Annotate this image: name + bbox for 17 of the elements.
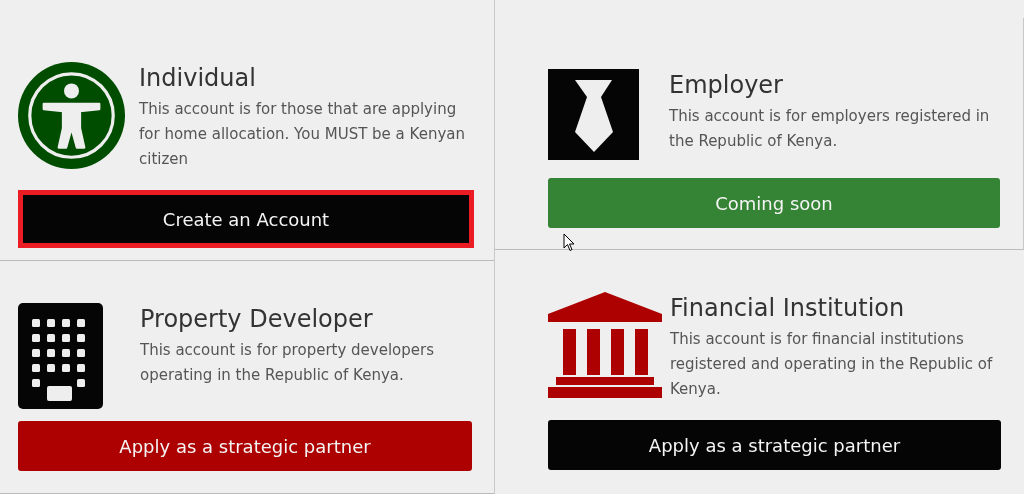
necktie-icon [548,69,639,160]
card-description: This account is for property developers operating in the Republic of Kenya. [140,340,435,386]
mouse-pointer-icon [563,233,575,252]
accessibility-icon [18,62,125,169]
card-title: Financial Institution [670,293,906,324]
card-title: Individual [139,63,257,94]
card-title: Property Developer [140,304,374,335]
bank-icon [548,292,662,398]
card-title: Employer [669,70,784,101]
account-button[interactable]: Coming soon [548,178,1000,228]
card-description: This account is for financial institutions registered and operating in the Republic of Kenya. [670,329,994,400]
account-button[interactable]: Create an Account [18,190,474,248]
card-description: This account is for those that are applying for home allocation. You MUST be a Kenyan citizen [139,99,466,170]
card-description: This account is for employers registered in the Republic of Kenya. [669,106,991,152]
account-button[interactable]: Apply as a strategic partner [548,420,1001,470]
account-button[interactable]: Apply as a strategic partner [18,421,472,471]
building-icon [18,303,103,409]
